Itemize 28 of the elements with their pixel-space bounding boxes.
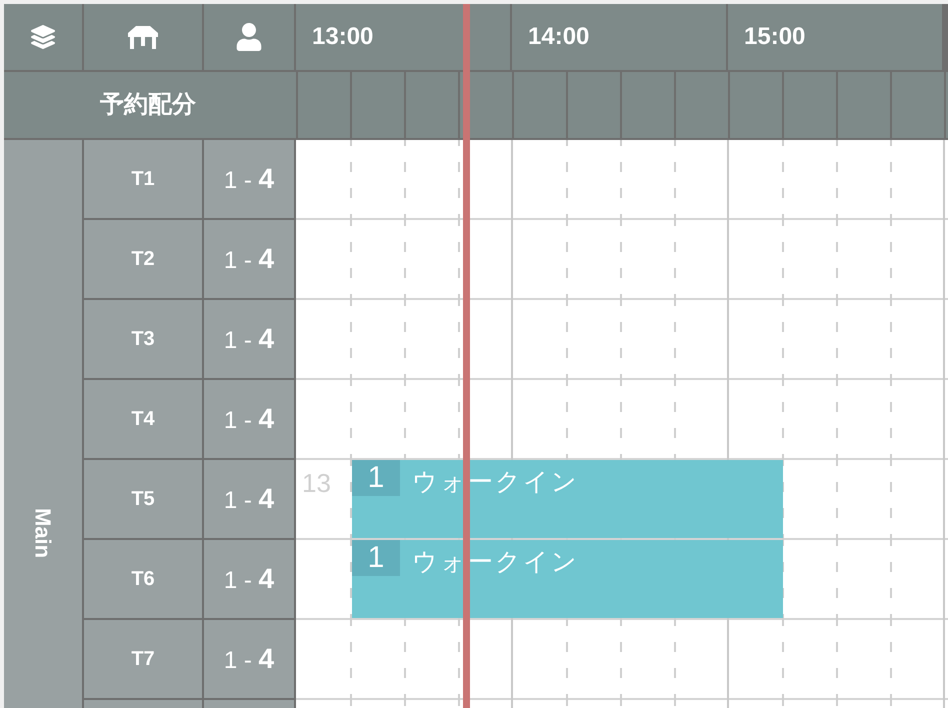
- booking-label: ウォークイン: [412, 547, 579, 578]
- hour-label: 15:00: [744, 22, 806, 52]
- column-header: 予約配分: [4, 72, 296, 140]
- capacity-cell: 1 - 4: [204, 540, 296, 618]
- table-name-cell: T2: [84, 220, 204, 298]
- section-label: Main: [4, 140, 84, 708]
- table-name-cell: T6: [84, 540, 204, 618]
- hour-label: 14:00: [528, 22, 590, 52]
- guest-count: 1: [352, 540, 400, 576]
- capacity-cell: 1 - 4: [204, 460, 296, 538]
- capacity-cell: 1 - 4: [204, 300, 296, 378]
- guest-count: 1: [352, 460, 400, 496]
- booking-label: ウォークイン: [412, 467, 579, 498]
- table-name-cell: T4: [84, 380, 204, 458]
- table-name-cell: T5: [84, 460, 204, 538]
- person-icon[interactable]: [235, 23, 263, 51]
- table-name-cell: T1: [84, 140, 204, 218]
- table-name-cell: T7: [84, 620, 204, 698]
- capacity-cell: 1 - 4: [204, 140, 296, 218]
- capacity-cell: 1 - 4: [204, 220, 296, 298]
- capacity-cell: 1 - 4: [204, 620, 296, 698]
- layers-icon[interactable]: [31, 25, 55, 49]
- table-name-cell: T3: [84, 300, 204, 378]
- booking-block[interactable]: 1 ウォークイン: [352, 540, 783, 618]
- capacity-cell: 1 - 4: [204, 380, 296, 458]
- booking-block[interactable]: 1 ウォークイン: [352, 460, 783, 538]
- table-icon: [126, 24, 160, 50]
- hour-label: 13:00: [312, 22, 374, 52]
